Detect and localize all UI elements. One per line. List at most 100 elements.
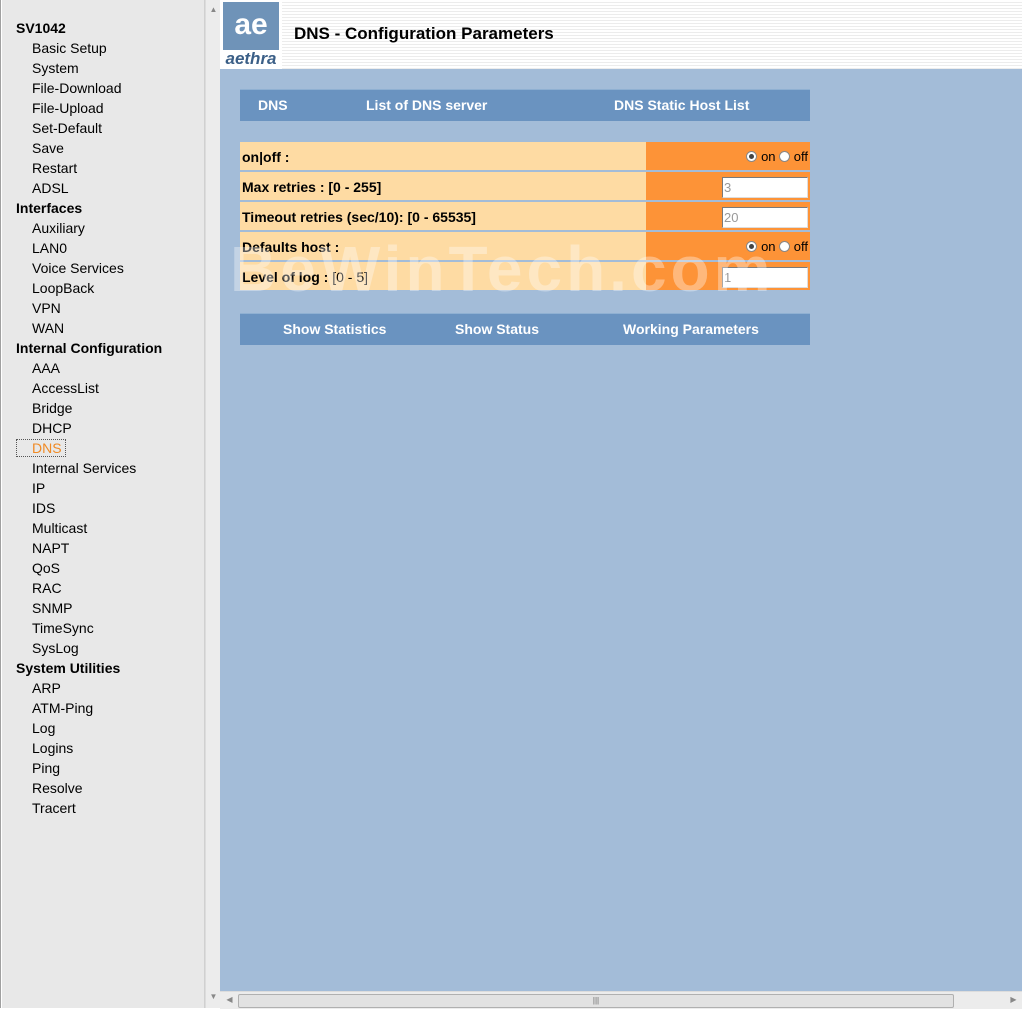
sidebar-item-label[interactable]: Logins (32, 740, 73, 756)
sidebar-item[interactable]: Multicast (2, 518, 162, 538)
sidebar-item-label[interactable]: Resolve (32, 780, 83, 796)
sidebar-item[interactable]: QoS (2, 558, 162, 578)
sidebar-item[interactable]: Internal Services (2, 458, 162, 478)
sidebar-item[interactable]: Bridge (2, 398, 162, 418)
sidebar-item[interactable]: AccessList (2, 378, 162, 398)
sidebar-item[interactable]: Resolve (2, 778, 162, 798)
sidebar-item-label[interactable]: ARP (32, 680, 61, 696)
sidebar-item-label[interactable]: Voice Services (32, 260, 124, 276)
sidebar-item-label[interactable]: IP (32, 480, 45, 496)
sidebar-item-label[interactable]: File-Download (32, 80, 121, 96)
sidebar-item[interactable]: TimeSync (2, 618, 162, 638)
sidebar-item-label[interactable]: Log (32, 720, 55, 736)
tab-dns-server-list[interactable]: List of DNS server (366, 90, 487, 121)
sidebar-item-label[interactable]: Save (32, 140, 64, 156)
sidebar-item-label[interactable]: ATM-Ping (32, 700, 93, 716)
sidebar-item-label[interactable]: Interfaces (16, 200, 82, 216)
sidebar-item-label[interactable]: Internal Services (32, 460, 136, 476)
onoff-off-radio[interactable] (779, 151, 791, 162)
sidebar-item-label[interactable]: Basic Setup (32, 40, 107, 56)
sidebar-item[interactable]: File-Download (2, 78, 162, 98)
sidebar-item-label[interactable]: LoopBack (32, 280, 94, 296)
sidebar-item-label[interactable]: DNS (16, 439, 66, 457)
sidebar-section[interactable]: SV1042 (2, 18, 162, 38)
scroll-left-arrow-icon[interactable]: ◀ (222, 993, 237, 1007)
sidebar-item[interactable]: Save (2, 138, 162, 158)
sidebar-item-label[interactable]: System Utilities (16, 660, 120, 676)
sidebar-item-label[interactable]: QoS (32, 560, 60, 576)
sidebar-item[interactable]: File-Upload (2, 98, 162, 118)
sidebar-item[interactable]: ATM-Ping (2, 698, 162, 718)
sidebar-item-label[interactable]: SysLog (32, 640, 79, 656)
horizontal-scrollbar[interactable]: ◀ ||| ▶ (220, 991, 1022, 1009)
tab-dns-static-host-list[interactable]: DNS Static Host List (614, 90, 749, 121)
sidebar-item[interactable]: Ping (2, 758, 162, 778)
sidebar-item[interactable]: NAPT (2, 538, 162, 558)
sidebar-item[interactable]: SysLog (2, 638, 162, 658)
sidebar-section[interactable]: Internal Configuration (2, 338, 162, 358)
working-parameters-link[interactable]: Working Parameters (623, 314, 759, 345)
sidebar-item[interactable]: WAN (2, 318, 162, 338)
onoff-on-radio[interactable] (746, 151, 758, 162)
sidebar-item[interactable]: IDS (2, 498, 162, 518)
sidebar-item-label[interactable]: Multicast (32, 520, 87, 536)
sidebar-item[interactable]: DHCP (2, 418, 162, 438)
sidebar-item[interactable]: Log (2, 718, 162, 738)
sidebar-item[interactable]: Restart (2, 158, 162, 178)
sidebar-item[interactable]: Auxiliary (2, 218, 162, 238)
scroll-down-arrow-icon[interactable]: ▼ (206, 990, 221, 1004)
timeout-input[interactable] (722, 207, 808, 228)
sidebar-item-label[interactable]: Ping (32, 760, 60, 776)
sidebar-item-label[interactable]: ADSL (32, 180, 69, 196)
sidebar-item[interactable]: AAA (2, 358, 162, 378)
sidebar-item-label[interactable]: File-Upload (32, 100, 104, 116)
sidebar-item-label[interactable]: RAC (32, 580, 62, 596)
sidebar-item-label[interactable]: TimeSync (32, 620, 94, 636)
show-status-link[interactable]: Show Status (455, 314, 539, 345)
sidebar-item[interactable]: Tracert (2, 798, 162, 818)
sidebar-item-label[interactable]: Internal Configuration (16, 340, 162, 356)
sidebar-item[interactable]: DNS (2, 438, 162, 458)
tab-dns[interactable]: DNS (258, 90, 288, 121)
scrollbar-thumb[interactable]: ||| (238, 994, 954, 1008)
log-level-input[interactable] (722, 267, 808, 288)
sidebar-item-label[interactable]: SNMP (32, 600, 72, 616)
sidebar-item-label[interactable]: DHCP (32, 420, 72, 436)
sidebar-item-label[interactable]: WAN (32, 320, 64, 336)
sidebar-item-label[interactable]: NAPT (32, 540, 69, 556)
scroll-right-arrow-icon[interactable]: ▶ (1006, 993, 1021, 1007)
sidebar-item-label[interactable]: IDS (32, 500, 55, 516)
sidebar-section[interactable]: Interfaces (2, 198, 162, 218)
sidebar-item[interactable]: Set-Default (2, 118, 162, 138)
max-retries-input[interactable] (722, 177, 808, 198)
sidebar-item[interactable]: SNMP (2, 598, 162, 618)
sidebar-item-label[interactable]: Set-Default (32, 120, 102, 136)
sidebar-item-label[interactable]: LAN0 (32, 240, 67, 256)
sidebar-item-label[interactable]: Bridge (32, 400, 72, 416)
sidebar-scrollbar[interactable]: ▲ ▼ (205, 0, 221, 1008)
scroll-up-arrow-icon[interactable]: ▲ (206, 3, 221, 17)
sidebar-item-label[interactable]: System (32, 60, 79, 76)
sidebar-item[interactable]: LAN0 (2, 238, 162, 258)
sidebar-item[interactable]: Logins (2, 738, 162, 758)
sidebar-section[interactable]: System Utilities (2, 658, 162, 678)
sidebar-item[interactable]: LoopBack (2, 278, 162, 298)
sidebar-item[interactable]: ADSL (2, 178, 162, 198)
sidebar-item[interactable]: VPN (2, 298, 162, 318)
defaults-host-on-radio[interactable] (746, 241, 758, 252)
sidebar-item-label[interactable]: AccessList (32, 380, 99, 396)
sidebar-item[interactable]: IP (2, 478, 162, 498)
sidebar-item-label[interactable]: VPN (32, 300, 61, 316)
sidebar-item[interactable]: Voice Services (2, 258, 162, 278)
sidebar-item-label[interactable]: AAA (32, 360, 60, 376)
sidebar-item-label[interactable]: Restart (32, 160, 77, 176)
defaults-host-off-radio[interactable] (779, 241, 791, 252)
sidebar-item-label[interactable]: Auxiliary (32, 220, 85, 236)
sidebar-item[interactable]: Basic Setup (2, 38, 162, 58)
show-statistics-link[interactable]: Show Statistics (283, 314, 386, 345)
sidebar-item[interactable]: System (2, 58, 162, 78)
sidebar-item-label[interactable]: Tracert (32, 800, 76, 816)
sidebar-item[interactable]: ARP (2, 678, 162, 698)
sidebar-item-label[interactable]: SV1042 (16, 20, 66, 36)
sidebar-item[interactable]: RAC (2, 578, 162, 598)
